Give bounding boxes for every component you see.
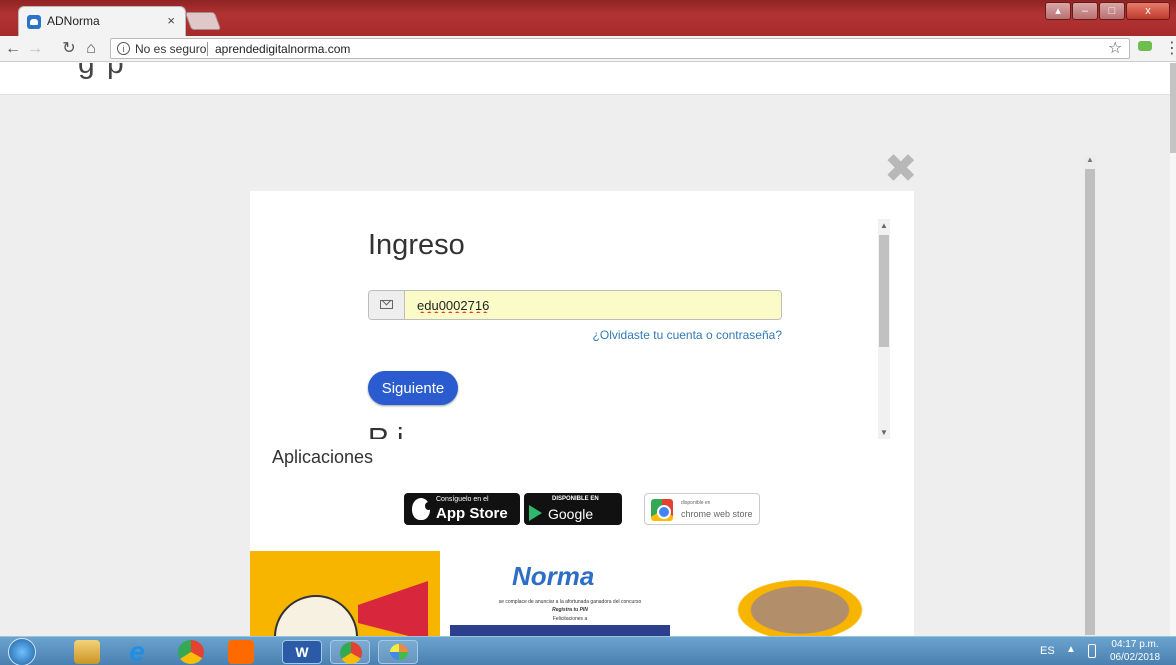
scroll-up-icon[interactable]: ▲ bbox=[880, 221, 888, 230]
word-icon[interactable]: W bbox=[282, 640, 322, 664]
google-play-badge[interactable]: DISPONIBLE EN Google play bbox=[524, 493, 622, 538]
promo-line-3: Felicitaciones a bbox=[552, 616, 588, 622]
browser-toolbar: ← → ↻ ⌂ i No es seguro aprendedigitalnor… bbox=[0, 36, 1176, 62]
app-store-badge[interactable]: Consíguelo en el App Store bbox=[404, 493, 520, 525]
google-play-small-text: DISPONIBLE EN bbox=[552, 496, 599, 502]
clock-time: 04:17 p.m. bbox=[1111, 639, 1159, 650]
google-play-icon bbox=[529, 505, 542, 521]
megaphone-icon bbox=[358, 581, 428, 636]
extension-icon[interactable] bbox=[1138, 41, 1152, 51]
browser-tab[interactable]: ADNorma × bbox=[18, 6, 186, 36]
reload-icon[interactable]: ↻ bbox=[60, 39, 78, 59]
start-button[interactable] bbox=[8, 638, 36, 665]
chrome-web-store-icon bbox=[651, 499, 673, 521]
next-button[interactable]: Siguiente bbox=[368, 371, 458, 405]
clock[interactable]: 04:17 p.m. 06/02/2018 bbox=[1110, 638, 1160, 664]
adnorma-favicon-icon bbox=[27, 15, 41, 29]
promo-ribbon bbox=[450, 625, 670, 636]
forward-arrow-icon[interactable]: → bbox=[26, 39, 44, 59]
envelope-icon bbox=[380, 300, 393, 309]
device-icon[interactable] bbox=[1088, 644, 1096, 658]
page-scroll-thumb[interactable] bbox=[1170, 63, 1176, 153]
promo-banner[interactable]: Norma se complace de anunciar a la afort… bbox=[250, 551, 914, 636]
home-icon[interactable]: ⌂ bbox=[82, 39, 100, 59]
tab-close-icon[interactable]: × bbox=[167, 13, 175, 28]
apps-title: Aplicaciones bbox=[272, 447, 374, 467]
chrome-store-big-text: chrome web store bbox=[681, 509, 753, 519]
login-title: Ingreso bbox=[368, 229, 465, 261]
close-window-button[interactable]: x bbox=[1126, 2, 1170, 20]
apple-icon bbox=[412, 498, 432, 520]
email-field[interactable] bbox=[368, 290, 782, 320]
scroll-down-icon[interactable]: ▼ bbox=[880, 428, 888, 437]
promo-line-2: Registra tu PIN bbox=[552, 607, 588, 613]
address-separator bbox=[207, 42, 208, 56]
internet-explorer-icon[interactable]: e bbox=[124, 638, 150, 665]
url-text[interactable]: aprendedigitalnorma.com bbox=[215, 42, 350, 56]
login-scroll-thumb[interactable] bbox=[879, 235, 889, 347]
email-input[interactable] bbox=[405, 291, 781, 319]
chrome-store-small-text: disponible en bbox=[681, 500, 711, 506]
login-pane: Ingreso ¿Olvidaste tu cuenta o contraseñ… bbox=[250, 191, 914, 439]
chrome-web-store-badge[interactable]: disponible en chrome web store bbox=[644, 493, 760, 525]
info-icon[interactable]: i bbox=[117, 42, 130, 55]
login-modal: Ingreso ¿Olvidaste tu cuenta o contraseñ… bbox=[250, 191, 914, 636]
page-scrollbar[interactable] bbox=[1170, 63, 1176, 636]
address-bar[interactable]: i No es seguro aprendedigitalnorma.com bbox=[110, 38, 1130, 59]
window-controls: ▴ – □ x bbox=[1045, 2, 1170, 20]
register-title-cutoff: R i bbox=[368, 423, 404, 439]
login-pane-scrollbar[interactable]: ▲ ▼ bbox=[878, 219, 890, 439]
app-store-big-text: App Store bbox=[436, 505, 508, 522]
maximize-button[interactable]: □ bbox=[1099, 2, 1125, 20]
user-icon[interactable]: ▴ bbox=[1045, 2, 1071, 20]
windows-taskbar: e W ES ▲ 04:17 p.m. 06/02/2018 bbox=[0, 636, 1176, 665]
modal-close-icon[interactable]: ✖ bbox=[884, 149, 918, 189]
page-header: g p bbox=[0, 63, 1176, 95]
clock-date: 06/02/2018 bbox=[1110, 652, 1161, 663]
cartoon-face bbox=[274, 595, 358, 636]
overlay-scrollbar[interactable]: ▲ bbox=[1084, 155, 1096, 635]
norma-logo: Norma bbox=[512, 561, 595, 591]
tab-title: ADNorma bbox=[47, 14, 100, 28]
new-tab-button[interactable] bbox=[184, 12, 222, 30]
screen: ADNorma × ▴ – □ x ← → ↻ ⌂ i No es seguro… bbox=[0, 0, 1176, 665]
language-indicator[interactable]: ES bbox=[1040, 645, 1055, 657]
window-titlebar: ADNorma × ▴ – □ x bbox=[0, 0, 1176, 36]
minimize-button[interactable]: – bbox=[1072, 2, 1098, 20]
promo-illustration bbox=[250, 551, 440, 636]
overlay-scroll-thumb[interactable] bbox=[1085, 169, 1095, 635]
star-icon[interactable]: ☆ bbox=[1108, 38, 1122, 58]
menu-icon[interactable]: ⋮ bbox=[1164, 38, 1176, 58]
winner-photo bbox=[686, 555, 914, 636]
paint-icon[interactable] bbox=[378, 640, 418, 664]
file-explorer-icon[interactable] bbox=[74, 640, 100, 664]
forgot-password-link[interactable]: ¿Olvidaste tu cuenta o contraseña? bbox=[593, 328, 782, 342]
security-label[interactable]: No es seguro bbox=[135, 42, 206, 56]
header-title-fragment: g p bbox=[78, 63, 126, 80]
page-content: g p ✖ ▲ Ingreso ¿Olvidaste tu cuenta o c… bbox=[0, 63, 1176, 636]
chrome-active-icon[interactable] bbox=[330, 640, 370, 664]
media-player-icon[interactable] bbox=[228, 640, 254, 664]
chrome-icon[interactable] bbox=[178, 640, 204, 664]
promo-line-1: se complace de anunciar a la afortunada … bbox=[498, 599, 642, 605]
google-play-big-text: Google play bbox=[548, 506, 594, 538]
tray-expand-icon[interactable]: ▲ bbox=[1066, 644, 1076, 655]
email-addon bbox=[369, 291, 405, 319]
back-arrow-icon[interactable]: ← bbox=[4, 39, 22, 59]
scroll-up-icon[interactable]: ▲ bbox=[1086, 155, 1094, 164]
app-store-small-text: Consíguelo en el bbox=[436, 496, 489, 503]
